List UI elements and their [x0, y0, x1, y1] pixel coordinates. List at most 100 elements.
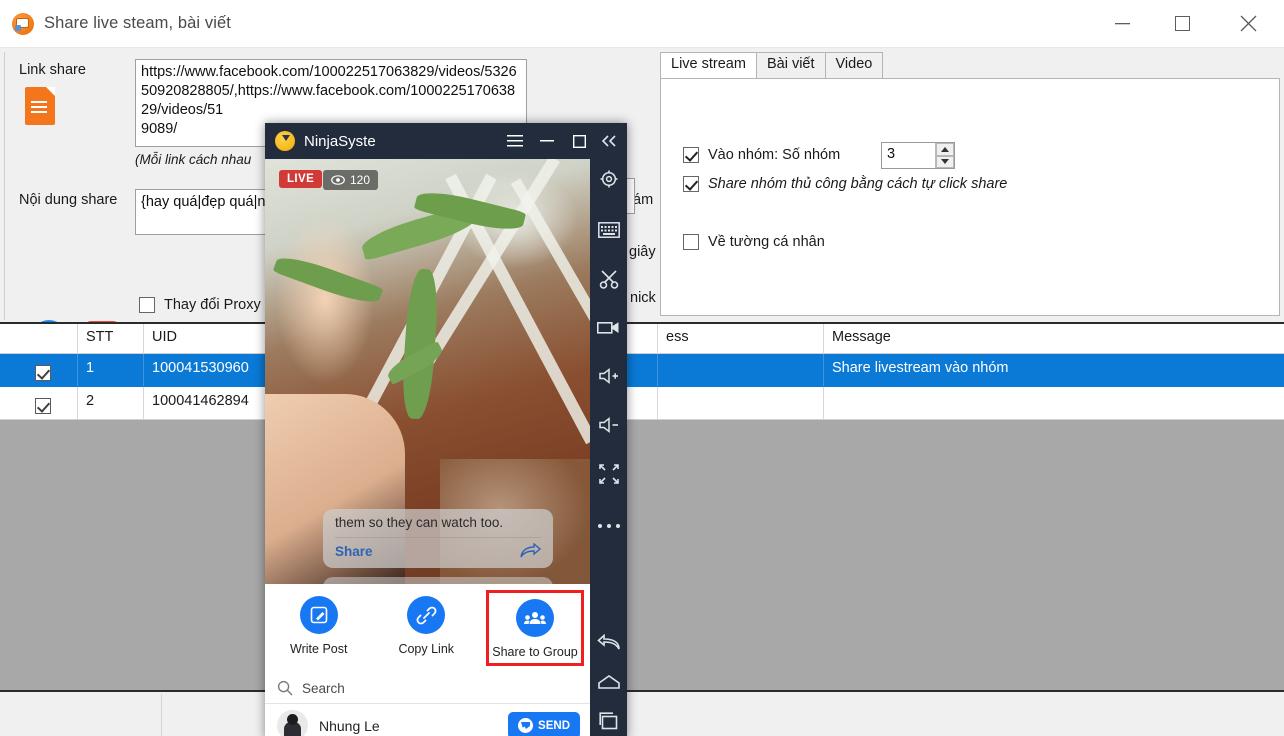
home-icon[interactable] [590, 663, 627, 702]
share-to-group-label: Share to Group [492, 645, 578, 659]
share-actions-row: Write Post Copy Link Share to Group [265, 584, 590, 666]
link-share-label: Link share [19, 62, 86, 78]
link-chain-icon [407, 596, 446, 634]
hamburger-menu-icon[interactable] [499, 125, 531, 157]
join-group-row[interactable]: Vào nhóm: Số nhóm [683, 147, 840, 163]
share-to-group-action[interactable]: Share to Group [486, 590, 584, 666]
personal-wall-row[interactable]: Về tường cá nhân [683, 234, 825, 250]
more-dots-icon[interactable] [590, 507, 627, 546]
options-tab-panel: Live stream Bài viết Video Vào nhóm: Số … [660, 52, 1280, 320]
header-stt[interactable]: STT [78, 324, 144, 354]
live-badge: LIVE [279, 170, 323, 188]
search-bar[interactable]: Search [265, 674, 590, 704]
document-icon[interactable] [25, 87, 55, 125]
tab-live-stream[interactable]: Live stream [660, 52, 757, 79]
chevron-down-icon [941, 159, 949, 165]
list-item[interactable]: Nhung Le SEND [265, 704, 590, 736]
share-tooltip-action[interactable]: Share [335, 537, 541, 560]
send-label: SEND [538, 719, 570, 732]
join-group-checkbox[interactable] [683, 147, 699, 163]
app-icon [12, 12, 34, 35]
volume-up-icon[interactable] [590, 357, 627, 396]
tab-video[interactable]: Video [824, 52, 884, 79]
emulator-screen[interactable]: LIVE 120 them so they can watch too. Sha… [265, 159, 590, 736]
header-status[interactable]: ess [658, 324, 824, 354]
keyboard-icon[interactable] [590, 211, 627, 250]
search-icon [277, 680, 293, 696]
volume-down-icon[interactable] [590, 406, 627, 445]
header-message[interactable]: Message [824, 324, 1284, 354]
status-bar [0, 692, 1284, 736]
share-arrow-icon [520, 543, 541, 558]
copy-link-action[interactable]: Copy Link [373, 596, 481, 666]
emulator-title: NinjaSyste [304, 132, 376, 150]
tab-bai-viet[interactable]: Bài viết [755, 52, 826, 79]
spinner-down-button[interactable] [936, 155, 954, 168]
fullscreen-icon[interactable] [590, 454, 627, 493]
row-stt: 1 [78, 354, 144, 387]
tab-body-live-stream: Vào nhóm: Số nhóm 3 Share nhóm thủ công … [660, 78, 1280, 316]
manual-share-label: Share nhóm thủ công bằng cách tự click s… [708, 176, 1008, 192]
scissors-icon[interactable] [590, 259, 627, 298]
emulator-minimize-button[interactable] [531, 125, 563, 157]
manual-share-row[interactable]: Share nhóm thủ công bằng cách tự click s… [683, 176, 1007, 192]
friend-name: Nhung Le [319, 717, 380, 734]
proxy-checkbox[interactable] [139, 297, 155, 313]
status-bar-segment [0, 694, 162, 736]
eye-icon [331, 175, 345, 185]
manual-share-checkbox[interactable] [683, 176, 699, 192]
window-controls [1092, 0, 1284, 48]
spinner-arrows[interactable] [935, 143, 954, 168]
table-row[interactable]: 1 100041530960 Share livestream vào nhóm [0, 354, 1284, 387]
copy-link-label: Copy Link [398, 642, 455, 656]
viewer-count-badge: 120 [323, 170, 379, 190]
header-select-all[interactable] [0, 324, 78, 354]
messenger-icon [518, 718, 534, 733]
link-hint-text: (Mỗi link cách nhau [135, 152, 252, 167]
row-message: Share livestream vào nhóm [824, 354, 1284, 387]
maximize-button[interactable] [1152, 0, 1212, 48]
viewer-count: 120 [350, 173, 371, 187]
back-arrow-icon[interactable] [590, 624, 627, 663]
group-people-icon [516, 599, 554, 637]
application-window: Share live steam, bài viết Link share ht… [0, 0, 1284, 736]
row-checkbox[interactable] [34, 398, 51, 414]
row-checkbox-cell[interactable] [0, 354, 78, 387]
gear-icon[interactable] [590, 160, 627, 199]
chevron-up-icon [941, 146, 949, 152]
chevrons-left-icon[interactable] [590, 123, 627, 160]
window-title: Share live steam, bài viết [44, 14, 231, 32]
row-status [658, 387, 824, 420]
proxy-label: Thay đổi Proxy [164, 297, 261, 313]
table-header-row: STT UID ess Message [0, 324, 1284, 354]
accounts-table: STT UID ess Message 1 100041530960 Share… [0, 322, 1284, 692]
personal-wall-checkbox[interactable] [683, 234, 699, 250]
emulator-title-bar: NinjaSyste [265, 123, 627, 159]
hidden-label-fragment-3: nick [630, 290, 656, 306]
video-camera-icon[interactable] [590, 308, 627, 347]
title-bar: Share live steam, bài viết [0, 0, 1284, 48]
minimize-button[interactable] [1092, 0, 1152, 48]
compose-pencil-icon [299, 596, 338, 634]
personal-wall-label: Về tường cá nhân [708, 234, 825, 250]
emulator-sidebar [590, 123, 627, 736]
tab-strip: Live stream Bài viết Video [660, 52, 884, 79]
main-content: Link share https://www.facebook.com/1000… [0, 48, 1284, 736]
row-checkbox[interactable] [34, 365, 51, 381]
search-input[interactable]: Search [302, 681, 345, 696]
share-bottom-sheet: Write Post Copy Link Share to Group Sear… [265, 584, 590, 736]
proxy-checkbox-row[interactable]: Thay đổi Proxy [139, 297, 261, 313]
group-count-spinner[interactable]: 3 [881, 142, 955, 169]
close-button[interactable] [1212, 0, 1284, 48]
send-button[interactable]: SEND [508, 712, 580, 736]
write-post-action[interactable]: Write Post [265, 596, 373, 666]
group-count-value[interactable]: 3 [882, 143, 935, 168]
spinner-up-button[interactable] [936, 143, 954, 156]
row-checkbox-cell[interactable] [0, 387, 78, 420]
content-share-label: Nội dung share [19, 192, 118, 208]
avatar [277, 710, 308, 736]
table-row[interactable]: 2 100041462894 [0, 387, 1284, 420]
recents-icon[interactable] [590, 701, 627, 736]
share-link-label: Share [335, 544, 373, 559]
emulator-window: NinjaSyste LIVE 120 them so they can wat… [265, 123, 627, 736]
